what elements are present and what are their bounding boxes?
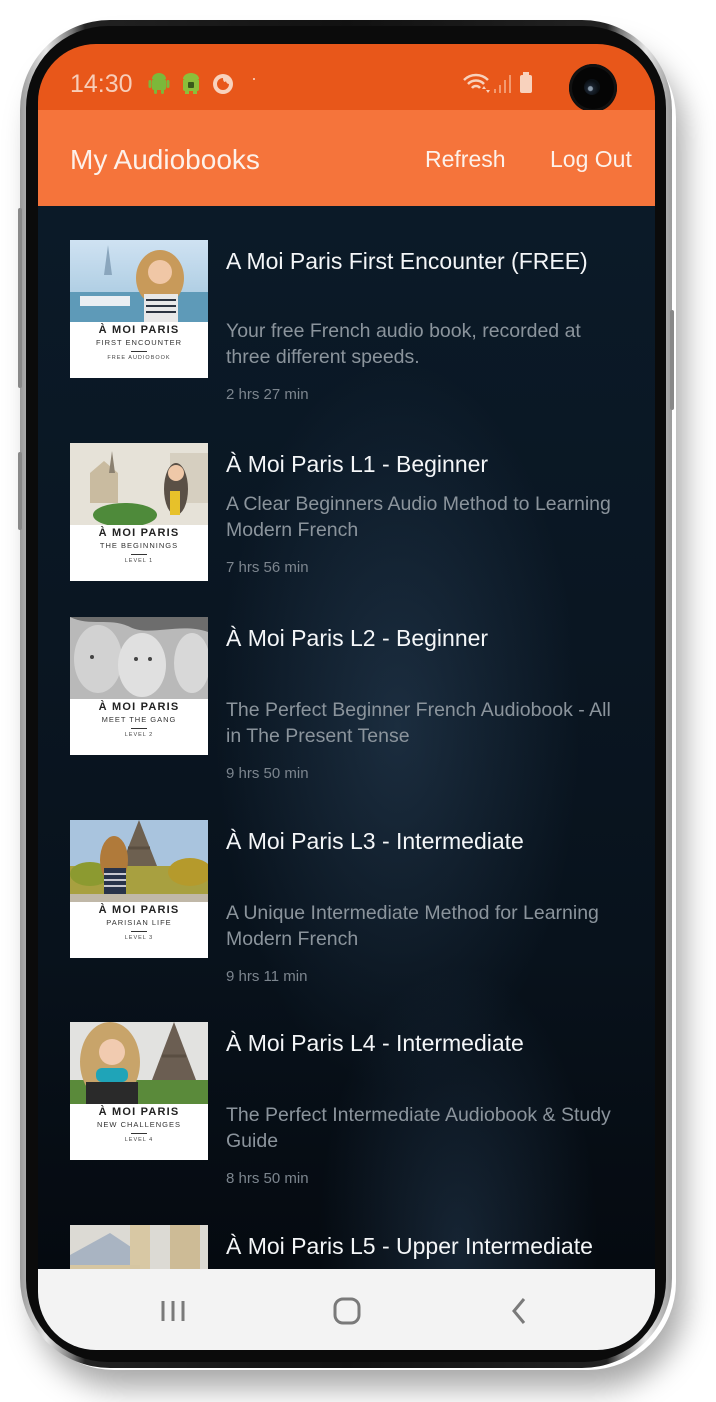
audiobook-title: À Moi Paris L3 - Intermediate [226,828,524,854]
cover-divider [131,728,147,729]
cover-subtitle: PARISIAN LIFE [106,918,172,927]
page-title: My Audiobooks [70,144,260,175]
cover-footer: LEVEL 4 [124,1137,154,1143]
audiobook-item[interactable]: À MOI PARIS MEET THE GANG LEVEL 2 À Moi … [70,617,630,787]
app-bar: My Audiobooks Refresh Log Out [38,110,655,206]
cover-footer: FREE AUDIOBOOK [107,355,171,361]
cover-footer: LEVEL 2 [124,732,154,738]
log-out-button[interactable]: Log Out [550,146,632,173]
refresh-button[interactable]: Refresh [425,146,506,173]
audiobook-description: The Perfect Beginner French Audiobook - … [226,699,611,747]
book-cover: À MOI PARIS MEET THE GANG LEVEL 2 [70,617,208,755]
cover-subtitle: NEW CHALLENGES [96,1120,182,1129]
audiobook-title: A Moi Paris First Encounter (FREE) [226,248,588,274]
cover-brand: À MOI PARIS [98,904,180,916]
book-cover [70,1225,208,1269]
audiobook-title: À Moi Paris L5 - Upper Intermediate [226,1233,593,1259]
cover-photo [70,1022,208,1104]
audiobook-item[interactable]: À MOI PARIS THE BEGINNINGS LEVEL 1 À Moi… [70,443,630,603]
audiobook-duration: 2 hrs 27 min [226,386,309,403]
cover-photo [70,1225,208,1269]
front-camera [569,64,617,112]
cover-photo [70,240,208,322]
status-bar: 14:30 · [38,44,655,112]
cover-divider [131,931,147,932]
audiobook-description: The Perfect Intermediate Audiobook & Stu… [226,1104,611,1152]
audiobook-title: À Moi Paris L2 - Beginner [226,625,489,651]
volume-button [18,208,22,388]
audiobook-duration: 7 hrs 56 min [226,559,309,576]
home-icon[interactable] [322,1289,372,1333]
audiobook-item[interactable]: À MOI PARIS NEW CHALLENGES LEVEL 4 À Moi… [70,1022,630,1192]
battery-icon [520,72,532,93]
status-time: 14:30 [70,70,133,98]
navigation-bar [38,1269,655,1350]
audiobook-item[interactable]: À Moi Paris L5 - Upper Intermediate [70,1225,630,1269]
audiobook-item[interactable]: À MOI PARIS FIRST ENCOUNTER FREE AUDIOBO… [70,240,630,410]
book-cover: À MOI PARIS NEW CHALLENGES LEVEL 4 [70,1022,208,1160]
book-cover: À MOI PARIS FIRST ENCOUNTER FREE AUDIOBO… [70,240,208,378]
dot-icon: · [251,68,257,88]
audiobook-duration: 9 hrs 50 min [226,765,309,782]
signal-icon [494,75,511,93]
cover-footer: LEVEL 3 [124,935,154,941]
audiobook-description: A Unique Intermediate Method for Learnin… [226,902,599,950]
cover-brand: À MOI PARIS [98,324,180,336]
cover-subtitle: THE BEGINNINGS [99,541,179,550]
android-icon [148,73,170,94]
power-button [670,310,674,410]
cover-divider [131,351,147,352]
cover-divider [131,554,147,555]
back-icon[interactable] [494,1289,544,1333]
cover-footer: LEVEL 1 [124,558,154,564]
audiobook-title: À Moi Paris L4 - Intermediate [226,1030,524,1056]
audiobook-description: Your free French audio book, recorded at… [226,320,581,368]
audiobook-list[interactable]: À MOI PARIS FIRST ENCOUNTER FREE AUDIOBO… [38,206,655,1269]
book-cover: À MOI PARIS THE BEGINNINGS LEVEL 1 [70,443,208,581]
android-lock-icon [183,73,199,94]
cover-divider [131,1133,147,1134]
cover-brand: À MOI PARIS [98,1106,180,1118]
audiobook-duration: 9 hrs 11 min [226,968,308,985]
cover-photo [70,820,208,902]
wifi-icon [463,73,490,93]
cover-brand: À MOI PARIS [98,527,180,539]
cover-subtitle: MEET THE GANG [101,715,177,724]
recents-icon[interactable] [148,1289,198,1333]
audiobook-title: À Moi Paris L1 - Beginner [226,451,489,477]
firefox-icon [213,74,233,94]
audiobook-description: A Clear Beginners Audio Method to Learni… [226,493,611,541]
book-cover: À MOI PARIS PARISIAN LIFE LEVEL 3 [70,820,208,958]
screen: 14:30 · My Audiobooks Refresh Log Out À … [38,44,655,1350]
bixby-button [18,452,22,530]
cover-photo [70,617,208,699]
audiobook-item[interactable]: À MOI PARIS PARISIAN LIFE LEVEL 3 À Moi … [70,820,630,990]
cover-brand: À MOI PARIS [98,701,180,713]
cover-photo [70,443,208,525]
audiobook-duration: 8 hrs 50 min [226,1170,309,1187]
cover-subtitle: FIRST ENCOUNTER [95,338,183,347]
